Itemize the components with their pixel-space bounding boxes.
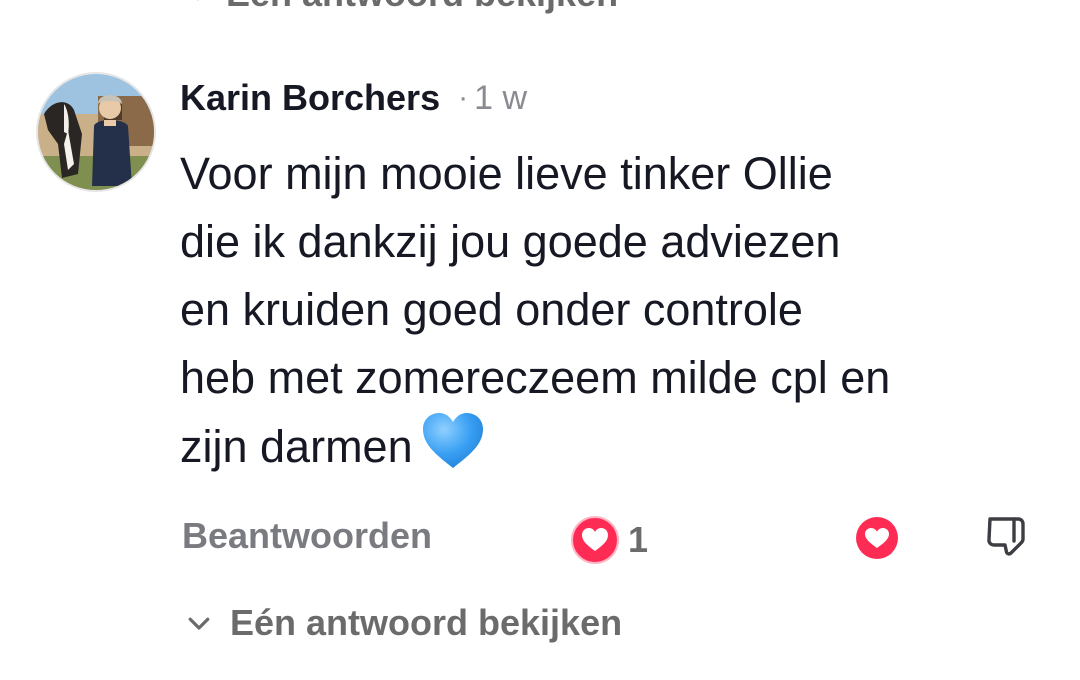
comment-line: zijn darmen	[180, 421, 413, 472]
comment-last-line: zijn darmen	[180, 412, 1060, 481]
separator-dot: ·	[458, 81, 469, 114]
reply-button[interactable]: Beantwoorden	[182, 515, 432, 557]
comment-line: heb met zomereczeem milde cpl en	[180, 352, 891, 403]
thumbs-down-icon	[987, 517, 1025, 556]
view-replies-label: Eén antwoord bekijken	[230, 602, 623, 643]
view-replies-button[interactable]: Eén antwoord bekijken	[184, 598, 622, 648]
comment-actions: Beantwoorden 1	[0, 505, 1080, 569]
comment-line: en kruiden goed onder controle	[180, 284, 803, 335]
like-button[interactable]	[854, 515, 900, 566]
author-name[interactable]: Karin Borchers	[180, 77, 440, 119]
comment-line: Voor mijn mooie lieve tinker Ollie	[180, 148, 833, 199]
creator-liked-badge: 1	[570, 515, 648, 565]
dislike-button[interactable]	[984, 513, 1030, 566]
creator-heart-icon	[571, 516, 619, 564]
comment-time: 1 w	[474, 78, 528, 117]
comment-header: Karin Borchers · 1 w	[180, 72, 527, 124]
chevron-down-icon	[188, 617, 210, 630]
comment-item: Karin Borchers · 1 w Voor mijn mooie lie…	[0, 0, 1080, 680]
comment-text: Voor mijn mooie lieve tinker Ollie die i…	[180, 140, 1060, 481]
comment-screen: Eén antwoord bekijken	[0, 0, 1080, 680]
avatar[interactable]	[36, 72, 156, 192]
comment-line: die ik dankzij jou goede adviezen	[180, 216, 841, 267]
blue-heart-emoji	[422, 413, 483, 468]
creator-like-count: 1	[628, 519, 649, 560]
avatar-image	[38, 74, 154, 190]
heart-icon	[856, 517, 898, 559]
